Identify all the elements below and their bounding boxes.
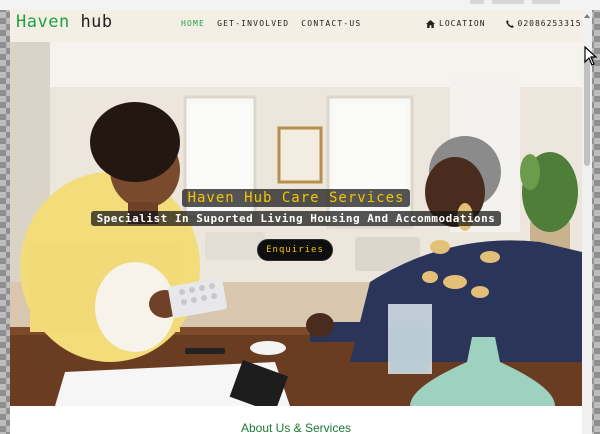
- browser-viewport: Haven hub HOME GET-INVOLVED CONTACT-US L…: [10, 10, 582, 434]
- scrollbar-thumb[interactable]: [584, 56, 590, 166]
- about-section: About Us & Services: [10, 406, 582, 434]
- browser-top-strip: [0, 0, 600, 10]
- hero-title: Haven Hub Care Services: [181, 189, 411, 207]
- hero-subtitle: Specialist In Suported Living Housing An…: [90, 211, 502, 226]
- page-scrollbar[interactable]: [582, 10, 592, 434]
- home-icon: [426, 19, 435, 28]
- hero-section: Haven Hub Care Services Specialist In Su…: [10, 42, 582, 406]
- phone-icon: [505, 19, 514, 28]
- site-logo[interactable]: Haven hub: [16, 12, 113, 32]
- nav-home-link[interactable]: HOME: [181, 19, 205, 28]
- header-contact-info: LOCATION 02086253315: [426, 19, 582, 28]
- site-header: Haven hub HOME GET-INVOLVED CONTACT-US L…: [10, 10, 582, 42]
- window-tab[interactable]: [492, 0, 524, 4]
- logo-text-primary: Haven: [16, 12, 70, 32]
- about-heading: About Us & Services: [240, 421, 352, 434]
- mouse-cursor-icon: [584, 46, 598, 66]
- logo-text-secondary: hub: [80, 12, 113, 32]
- nav-get-involved-link[interactable]: GET-INVOLVED: [217, 19, 289, 28]
- scroll-up-icon[interactable]: [584, 12, 590, 20]
- location-link[interactable]: LOCATION: [439, 19, 486, 28]
- window-tab[interactable]: [532, 0, 560, 4]
- enquiries-button[interactable]: Enquiries: [257, 239, 333, 261]
- main-nav: HOME GET-INVOLVED CONTACT-US: [181, 19, 361, 28]
- window-tab[interactable]: [470, 0, 484, 4]
- nav-contact-us-link[interactable]: CONTACT-US: [301, 19, 361, 28]
- phone-number[interactable]: 02086253315: [518, 19, 582, 28]
- hero-text: Haven Hub Care Services Specialist In Su…: [10, 187, 582, 226]
